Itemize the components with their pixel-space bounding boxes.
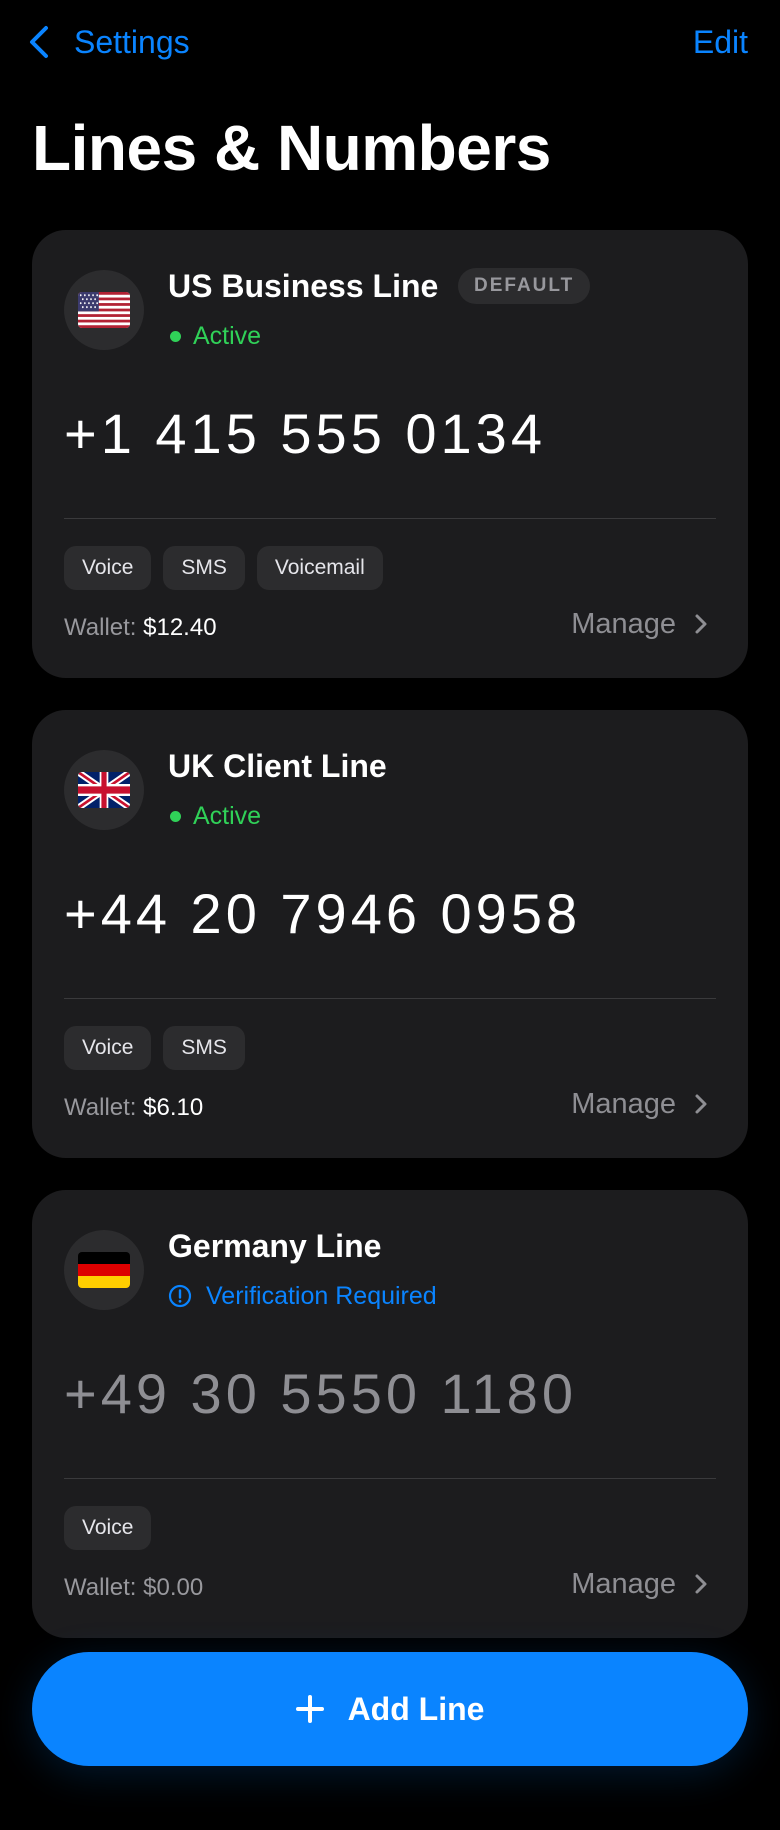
add-line-label: Add Line [347,1690,485,1727]
status-label: Active [193,802,262,830]
chevron-right-icon [695,1574,707,1594]
divider [64,518,716,519]
status-indicator: Active [168,800,261,832]
phone-number: +49 30 5550 1180 [64,1362,577,1425]
line-card-us[interactable]: US Business Line DEFAULT Active +1 415 5… [32,230,748,678]
phone-number: +1 415 555 0134 [64,402,546,465]
us-flag-icon [64,270,144,350]
status-label: Active [193,322,262,350]
manage-button[interactable]: Manage [571,606,708,642]
uk-flag-icon [64,750,144,830]
divider [64,1478,716,1479]
wallet-amount: $12.40 [143,614,217,641]
active-dot-icon [170,810,181,822]
wallet-label: Wallet: [64,1094,137,1121]
wallet-amount: $0.00 [143,1574,204,1601]
edit-button[interactable]: Edit [693,22,748,62]
divider [64,998,716,999]
wallet-balance: Wallet: $6.10 [64,1092,203,1124]
chevron-right-icon [695,614,707,634]
feature-chip-voice: Voice [64,546,152,590]
plus-icon [295,1695,324,1723]
line-card-uk[interactable]: UK Client Line Active +44 20 7946 0958 V… [32,710,748,1158]
feature-chip-voicemail: Voicemail [256,546,383,590]
feature-chip-voice: Voice [64,1506,152,1550]
phone-number: +44 20 7946 0958 [64,882,582,945]
manage-button[interactable]: Manage [571,1566,708,1602]
chevron-right-icon [695,1094,707,1114]
manage-label: Manage [571,608,676,640]
status-label: Verification Required [206,1282,437,1310]
wallet-amount: $6.10 [143,1094,204,1121]
add-line-button[interactable]: Add Line [32,1652,748,1766]
feature-chips: Voice [64,1506,152,1550]
active-dot-icon [170,330,181,342]
feature-chip-sms: SMS [163,1026,245,1070]
line-name: UK Client Line [168,748,387,784]
page-title: Lines & Numbers [32,112,551,184]
line-name: Germany Line [168,1228,382,1264]
wallet-label: Wallet: [64,614,137,641]
line-name: US Business Line [168,268,439,304]
back-button[interactable]: Settings [26,22,190,62]
manage-button[interactable]: Manage [571,1086,708,1122]
feature-chip-voice: Voice [64,1026,152,1070]
feature-chip-sms: SMS [163,546,245,590]
back-button-label: Settings [74,23,190,60]
wallet-balance: Wallet: $12.40 [64,612,217,644]
navigation-bar: Settings Edit [0,0,780,90]
status-indicator: Active [168,320,261,352]
feature-chips: Voice SMS Voicemail [64,546,383,590]
status-indicator: Verification Required [168,1280,437,1312]
feature-chips: Voice SMS [64,1026,245,1070]
manage-label: Manage [571,1568,676,1600]
line-card-germany[interactable]: Germany Line Verification Required +49 3… [32,1190,748,1638]
manage-label: Manage [571,1088,676,1120]
exclamation-circle-icon [168,1284,192,1308]
germany-flag-icon [64,1230,144,1310]
default-badge: DEFAULT [458,268,591,304]
wallet-label: Wallet: [64,1574,137,1601]
wallet-balance: Wallet: $0.00 [64,1572,203,1604]
chevron-left-icon [30,26,48,58]
